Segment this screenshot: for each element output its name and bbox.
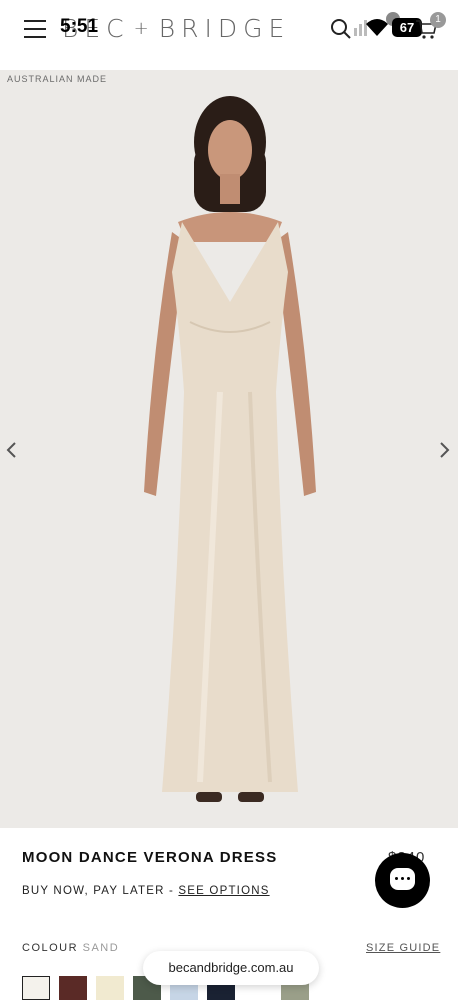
swatch-white[interactable] [22,976,50,1000]
chevron-right-icon[interactable] [438,440,452,460]
status-time: 5:51 [60,16,99,37]
swatch-chocolate[interactable] [59,976,87,1000]
url-bar[interactable]: becandbridge.com.au [143,951,319,985]
cart-count-badge: 1 [430,12,446,28]
bnpl-text: BUY NOW, PAY LATER - SEE OPTIONS [22,885,270,897]
menu-icon[interactable] [24,20,46,38]
selected-colour: SAND [82,942,120,954]
australian-made-badge: AUSTRALIAN MADE [7,74,108,84]
search-icon[interactable] [330,18,352,40]
product-gallery[interactable]: AUSTRALIAN MADE [0,70,458,828]
product-image [144,96,316,802]
site-header: BEC + BRIDGE 5:51 67 1 [0,0,462,70]
swatch-cream[interactable] [96,976,124,1000]
colour-label: COLOUR SAND [22,942,120,954]
chat-bubble-icon [390,868,415,890]
product-title: MOON DANCE VERONA DRESS [22,849,278,866]
size-guide-link[interactable]: SIZE GUIDE [366,942,440,954]
chevron-left-icon[interactable] [4,440,18,460]
chat-button[interactable] [375,853,430,908]
see-options-link[interactable]: SEE OPTIONS [178,885,269,897]
